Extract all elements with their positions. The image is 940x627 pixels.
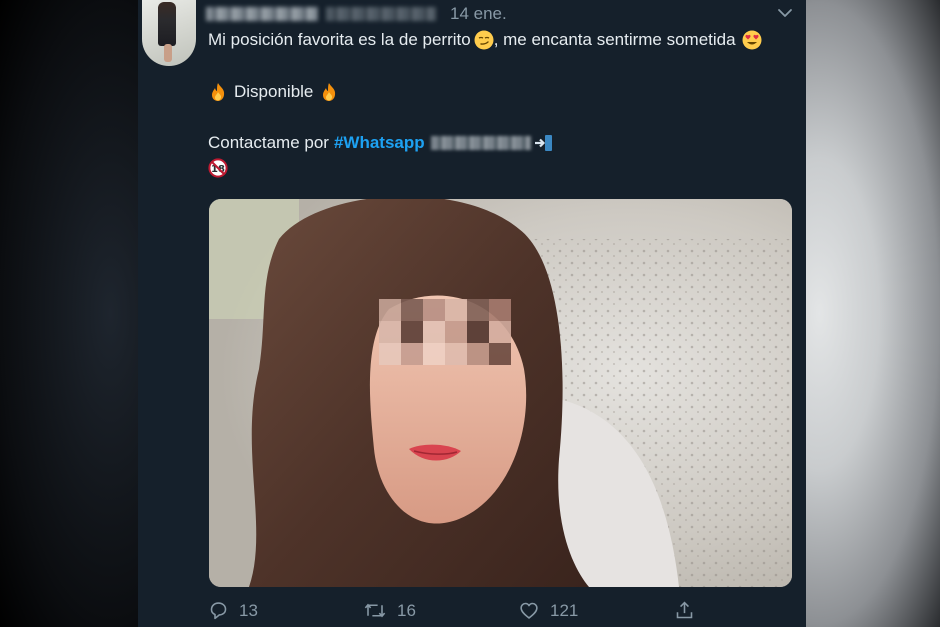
reply-count: 13 [239,600,258,620]
avatar[interactable] [142,0,196,66]
share-icon [676,601,693,619]
fire-emoji [212,83,225,101]
reply-button[interactable]: 13 [208,600,258,621]
tweet-text-contact: Contactame por [208,133,329,152]
tweet-text-line-2: Disponible [208,82,339,102]
retweet-count: 16 [397,600,416,620]
tweet-text-part-2: , me encanta sentirme sometida [493,30,736,49]
retweet-icon [364,603,386,618]
tweet-text-line-1: Mi posición favorita es la de perrito , … [208,30,762,50]
tweet-text-disponible: Disponible [234,82,314,101]
tweet-date[interactable]: 14 ene. [450,4,507,24]
arrow-right-emoji [534,135,552,151]
hashtag-link[interactable]: #Whatsapp [334,133,425,153]
blurred-username[interactable] [326,7,436,21]
photo-illustration [209,199,792,587]
tweet-photo[interactable] [209,199,792,587]
tweet-text-line-4: 18 [208,158,228,178]
avatar-figure [158,2,176,46]
retweet-button[interactable]: 16 [363,600,416,621]
background-left [0,0,138,627]
tweet-actions: 13 16 121 [208,600,768,627]
avatar-figure-leg [164,44,172,62]
like-button[interactable]: 121 [518,600,578,621]
heart-icon [520,602,538,619]
blurred-display-name[interactable] [206,7,318,21]
blurred-phone-number [430,136,531,150]
tweet-text-line-3: Contactame por #Whatsapp [208,133,554,153]
heart-eyes-emoji [742,30,762,50]
reply-icon [210,602,227,620]
smirk-emoji [474,30,494,50]
like-count: 121 [550,600,579,620]
no-under-18-emoji: 18 [208,158,228,178]
chevron-down-icon[interactable] [776,4,794,22]
background-right [806,0,940,627]
tweet-text-part-1: Mi posición favorita es la de perrito [208,30,471,49]
fire-emoji [323,83,336,101]
share-button[interactable] [674,600,705,621]
tweet-card[interactable]: 14 ene. Mi posición favorita es la de pe… [138,0,806,627]
